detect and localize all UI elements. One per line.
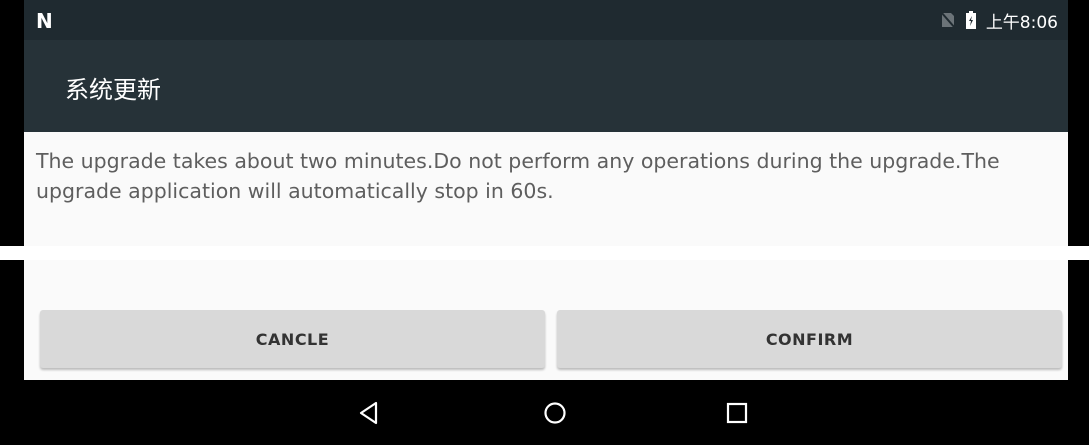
cancel-button[interactable]: CANCLE	[40, 310, 545, 368]
dialog-title-bar: 系统更新	[24, 40, 1068, 132]
device-screen: N 上午8:06 系统更新 The upgrade takes about tw…	[0, 0, 1089, 445]
navigation-bar	[0, 380, 1089, 445]
home-icon	[544, 402, 566, 424]
no-sim-icon	[940, 11, 956, 29]
dialog-message-panel: The upgrade takes about two minutes.Do n…	[24, 132, 1068, 246]
recents-icon	[726, 402, 748, 424]
home-button[interactable]	[537, 395, 573, 431]
divider-band	[0, 246, 1089, 260]
notification-n-icon: N	[36, 9, 53, 33]
dialog-message: The upgrade takes about two minutes.Do n…	[36, 149, 1000, 203]
device-frame-right	[1068, 0, 1089, 380]
battery-icon	[965, 11, 976, 29]
confirm-button[interactable]: CONFIRM	[557, 310, 1062, 368]
status-time: 上午8:06	[985, 12, 1058, 33]
back-icon	[359, 401, 378, 425]
recents-button[interactable]	[719, 395, 755, 431]
back-button[interactable]	[351, 395, 387, 431]
device-frame-left	[0, 0, 24, 380]
status-bar: N 上午8:06	[24, 0, 1068, 40]
dialog-button-panel: CANCLE CONFIRM	[24, 260, 1068, 380]
dialog-title: 系统更新	[65, 76, 161, 104]
status-icons: 上午8:06	[940, 0, 1058, 40]
